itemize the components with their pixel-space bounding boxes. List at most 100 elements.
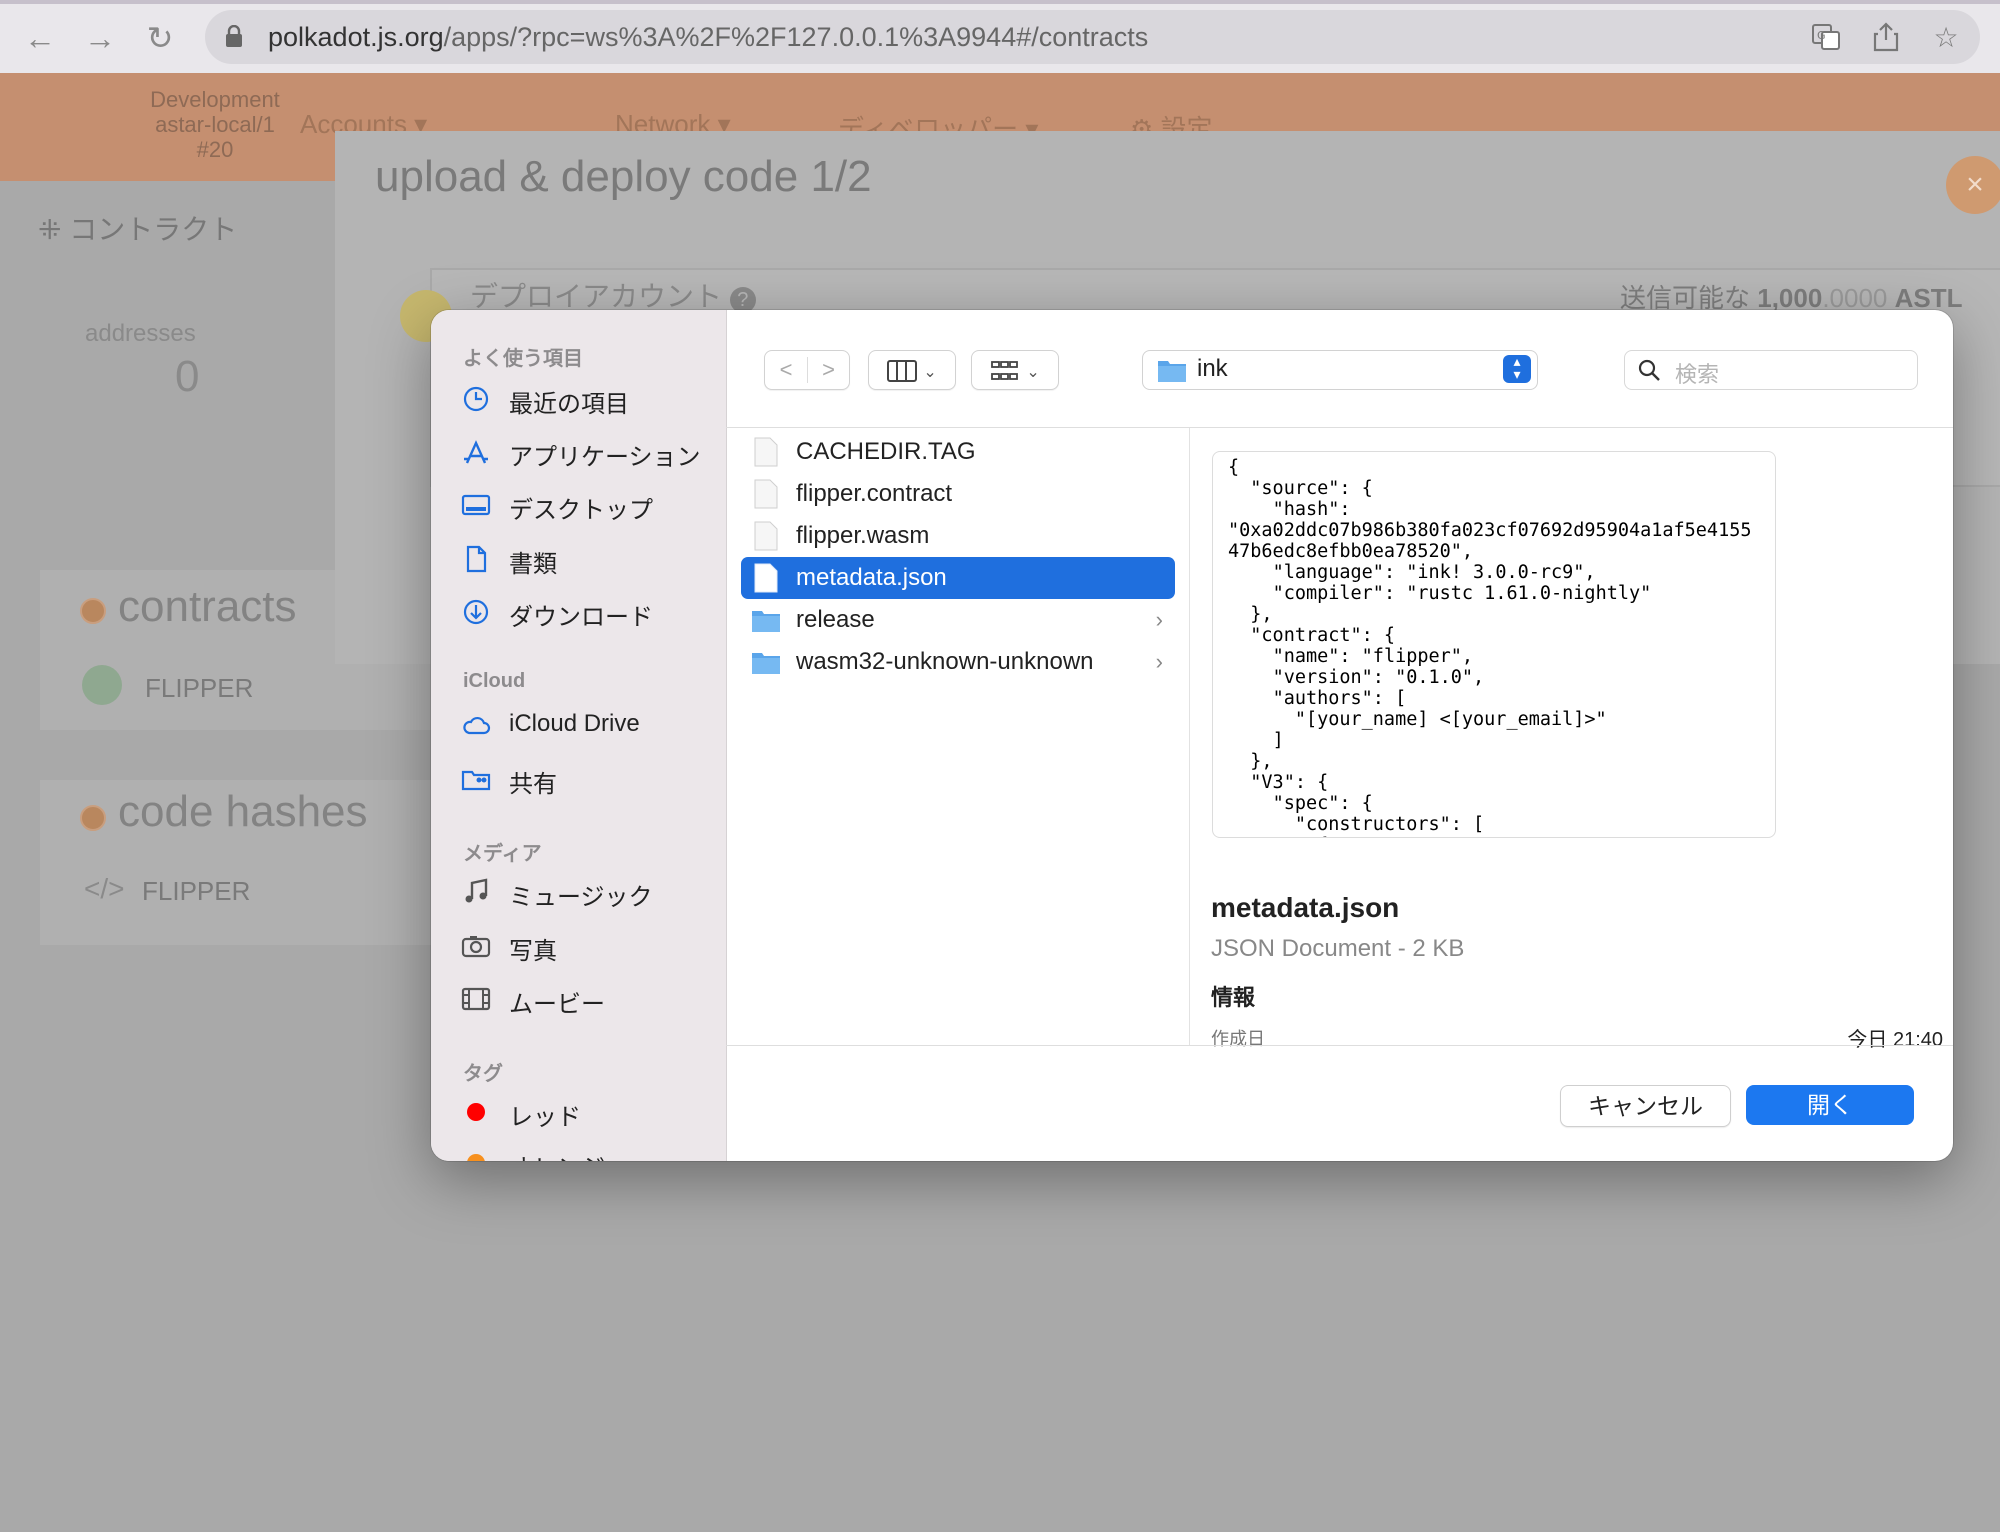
lock-icon	[226, 25, 242, 47]
tab-contracts[interactable]: ⁜ コントラクト	[38, 208, 237, 248]
reload-icon[interactable]: ↻	[142, 20, 178, 56]
open-button[interactable]: 開く	[1746, 1085, 1914, 1125]
translate-icon[interactable]: G	[1810, 22, 1842, 54]
folder-icon	[752, 653, 780, 674]
sidebar-item-photos[interactable]: 写真	[461, 925, 721, 969]
code-icon: </>	[84, 873, 125, 904]
close-modal-button[interactable]: ×	[1946, 156, 2000, 214]
cloud-icon	[463, 716, 491, 735]
sidebar-item-documents[interactable]: 書類	[461, 538, 721, 582]
chevron-down-icon: ⌄	[923, 364, 937, 381]
preview-info-header: 情報	[1211, 985, 1256, 1010]
json-preview-text: { "source": { "hash": "0xa02ddc07b986b38…	[1228, 457, 1752, 837]
file-row-metadata-json[interactable]: metadata.json	[741, 557, 1175, 599]
chain-block-label: #20	[196, 137, 234, 162]
sidebar-item-icloud-drive[interactable]: iCloud Drive	[461, 704, 721, 748]
document-icon	[466, 545, 487, 573]
share-icon[interactable]	[1870, 22, 1902, 54]
addresses-label: addresses	[85, 320, 196, 347]
file-row-cachedir[interactable]: CACHEDIR.TAG	[741, 431, 1175, 473]
file-icon	[754, 521, 778, 551]
clock-icon	[463, 386, 489, 412]
svg-text:G: G	[1817, 29, 1826, 42]
red-tag-dot-icon	[467, 1103, 485, 1121]
file-open-dialog: よく使う項目 最近の項目 アプリケーション デスクトップ 書類 ダウンロード i…	[431, 310, 1953, 1161]
forward-arrow-icon[interactable]: →	[82, 20, 118, 56]
location-popup[interactable]: ink ▴ ▾	[1142, 350, 1538, 390]
identicon	[82, 665, 122, 705]
shared-folder-icon	[461, 770, 491, 791]
sidebar-item-shared[interactable]: 共有	[461, 758, 721, 802]
desktop-icon	[461, 494, 491, 516]
chevron-right-icon: ›	[1155, 649, 1163, 674]
addresses-count: 0	[175, 352, 200, 401]
column-divider[interactable]	[1189, 428, 1190, 1045]
file-list: CACHEDIR.TAG flipper.contract flipper.wa…	[726, 428, 1189, 1045]
updown-chevron-icon: ▴ ▾	[1503, 354, 1531, 383]
sidebar-item-movies[interactable]: ムービー	[461, 978, 721, 1022]
code-hash-item-flipper[interactable]: FLIPPER	[142, 876, 250, 907]
folder-row-release[interactable]: release ›	[741, 599, 1175, 641]
group-by-button[interactable]: ⌄	[971, 350, 1059, 390]
finder-sidebar: よく使う項目 最近の項目 アプリケーション デスクトップ 書類 ダウンロード i…	[431, 310, 727, 1161]
orange-tag-dot-icon	[467, 1154, 485, 1161]
deploy-account-label: デプロイアカウント ?	[470, 275, 756, 315]
code-hashes-dot-icon	[80, 805, 106, 831]
applications-icon	[464, 440, 488, 464]
chain-dev-label: Development	[150, 87, 280, 112]
tab-strip	[0, 0, 2000, 4]
sidebar-item-applications[interactable]: アプリケーション	[461, 431, 721, 475]
sidebar-item-recents[interactable]: 最近の項目	[461, 378, 721, 422]
contract-item-flipper[interactable]: FLIPPER	[145, 673, 253, 704]
folder-icon	[752, 611, 780, 632]
columns-view-icon	[887, 360, 918, 383]
contracts-title: contracts	[118, 582, 297, 631]
search-icon	[1638, 359, 1660, 381]
search-field[interactable]: 検索	[1624, 350, 1918, 390]
nav-back-forward: < >	[764, 350, 850, 390]
bookmark-star-icon[interactable]: ☆	[1930, 22, 1962, 54]
code-hashes-title: code hashes	[118, 787, 368, 836]
sidebar-item-tag-orange[interactable]: オレンジ	[461, 1142, 721, 1161]
file-icon	[754, 563, 778, 593]
cancel-button[interactable]: キャンセル	[1560, 1085, 1731, 1127]
icloud-header: iCloud	[463, 670, 526, 692]
favorites-header: よく使う項目	[463, 348, 583, 370]
preview-file-kind: JSON Document - 2 KB	[1211, 935, 1465, 962]
search-placeholder: 検索	[1675, 362, 1720, 387]
folder-row-wasm32[interactable]: wasm32-unknown-unknown ›	[741, 641, 1175, 683]
chevron-right-icon: ›	[1155, 607, 1163, 632]
grid-view-icon	[991, 361, 1019, 381]
preview-file-name: metadata.json	[1211, 892, 1400, 923]
file-icon	[754, 479, 778, 509]
chevron-down-icon: ⌄	[1026, 364, 1040, 381]
url-text: polkadot.js.org/apps/?rpc=ws%3A%2F%2F127…	[268, 22, 1149, 52]
music-note-icon	[465, 878, 488, 903]
location-label: ink	[1197, 355, 1228, 382]
media-header: メディア	[463, 843, 542, 865]
back-chevron-icon[interactable]: <	[765, 351, 807, 389]
folder-icon	[1158, 361, 1186, 382]
created-date-label: 作成日	[1211, 1029, 1265, 1049]
file-row-flipper-contract[interactable]: flipper.contract	[741, 473, 1175, 515]
contracts-dot-icon	[80, 598, 106, 624]
forward-chevron-icon[interactable]: >	[808, 351, 849, 389]
chain-selector[interactable]: Development astar-local/1 #20	[120, 87, 310, 162]
chain-node-label: astar-local/1	[155, 112, 275, 137]
sidebar-item-desktop[interactable]: デスクトップ	[461, 484, 721, 528]
file-icon	[754, 437, 778, 467]
film-icon	[461, 987, 491, 1011]
browser-toolbar: ← → ↻ polkadot.js.org/apps/?rpc=ws%3A%2F…	[0, 0, 2000, 73]
sidebar-item-tag-red[interactable]: レッド	[461, 1091, 721, 1135]
sidebar-item-downloads[interactable]: ダウンロード	[461, 591, 721, 635]
sidebar-item-music[interactable]: ミュージック	[461, 871, 721, 915]
file-row-flipper-wasm[interactable]: flipper.wasm	[741, 515, 1175, 557]
download-icon	[463, 599, 489, 625]
back-arrow-icon[interactable]: ←	[22, 20, 58, 56]
tags-header: タグ	[463, 1063, 503, 1085]
camera-icon	[461, 936, 491, 958]
created-date-value: 今日 21:40	[1847, 1029, 1943, 1051]
view-mode-button[interactable]: ⌄	[868, 350, 956, 390]
file-preview: { "source": { "hash": "0xa02ddc07b986b38…	[1212, 451, 1776, 838]
close-icon: ×	[1966, 168, 1984, 201]
